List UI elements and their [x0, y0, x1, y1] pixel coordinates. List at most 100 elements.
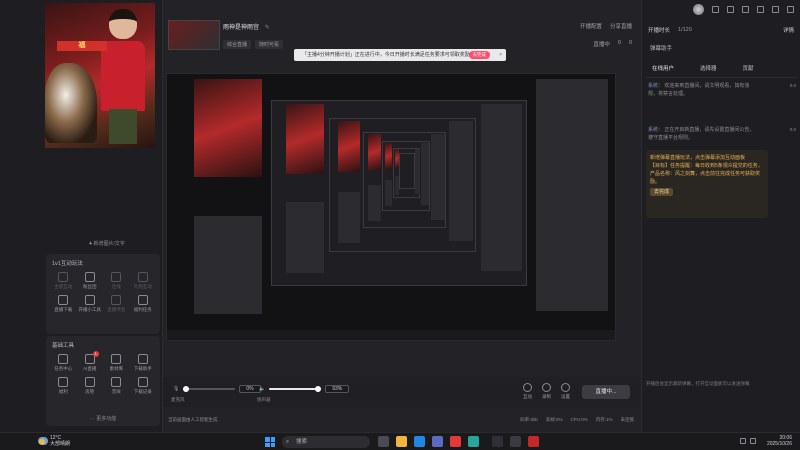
camera-person-figure	[101, 9, 145, 144]
tool-label: 连线	[111, 284, 121, 289]
avatar[interactable]	[693, 4, 704, 15]
network-icon[interactable]	[740, 438, 746, 444]
tab-online-users[interactable]: 在线用户	[652, 64, 674, 72]
camera-dog-figure	[45, 63, 97, 143]
tool-item[interactable]: 任务中心	[50, 354, 77, 372]
nested-camera-preview	[394, 149, 399, 169]
system-box-button[interactable]: 去完成	[650, 188, 674, 196]
live-companion-taskbar-icon[interactable]	[492, 436, 503, 447]
store-icon[interactable]	[432, 436, 443, 447]
file-explorer-icon[interactable]	[396, 436, 407, 447]
share-live-button[interactable]: 分享直播	[610, 22, 632, 30]
tool-label: 礼物互动	[133, 284, 152, 289]
mic-volume-value: 0%	[239, 385, 261, 393]
tool-label: 直播伴侣	[107, 307, 126, 312]
bottom-tool-button[interactable]: 互动	[523, 383, 532, 400]
tool-item[interactable]: 粉丝团	[77, 272, 104, 290]
close-icon[interactable]: ×	[499, 49, 502, 61]
tool-item[interactable]: 1 AI直播	[77, 351, 104, 372]
clock[interactable]: 20:06 2025/10/26	[767, 435, 792, 447]
tool-item[interactable]: 音效	[103, 377, 130, 395]
tool-item[interactable]: 直播伴侣	[103, 295, 130, 313]
speaker-volume-value: 93%	[325, 385, 350, 393]
windows-start-icon[interactable]	[265, 437, 275, 447]
edge-icon[interactable]	[414, 436, 425, 447]
tool-label: 粉丝团	[83, 284, 97, 289]
nested-chat-panel	[480, 103, 522, 271]
nested-chat-panel	[415, 149, 420, 195]
image-icon	[111, 354, 122, 364]
headset-icon[interactable]	[727, 6, 734, 13]
stream-preview[interactable]	[166, 73, 616, 341]
maximize-icon[interactable]	[772, 6, 779, 13]
bottom-tool-button[interactable]: 设置	[561, 383, 570, 400]
mic-label: 麦克风	[171, 397, 185, 402]
mic-volume-slider[interactable]	[183, 386, 236, 392]
sound-icon	[111, 377, 122, 387]
chat-sender: 系统	[648, 127, 659, 133]
tool-item[interactable]: 福利	[50, 377, 77, 395]
tool-item[interactable]: 素材库	[103, 354, 130, 372]
add-scene-button[interactable]: + 新增图片/文字	[52, 240, 162, 250]
bottom-tool-button[interactable]: 录制	[542, 383, 551, 400]
live-duration-detail-button[interactable]: 详情	[783, 26, 794, 34]
system-tray	[740, 438, 756, 444]
shield-icon	[84, 377, 95, 387]
weather-icon[interactable]	[38, 437, 48, 445]
live-config-button[interactable]: 开播配置	[580, 22, 602, 30]
tool-item[interactable]: 开播小工具	[77, 295, 104, 313]
task-view-icon[interactable]	[378, 436, 389, 447]
status-metrics: 码率:0kb 丢帧:0% CPU:0% 内存:1% 未连接	[520, 417, 634, 423]
center-panel: 雨神是神雨宫 ✎ 综合直播 随时可看 开播配置 分享直播 直播中 0 0 「主播…	[163, 0, 640, 432]
live-status-button[interactable]: 直播中...	[582, 385, 630, 399]
tool-item[interactable]: 房管	[77, 377, 104, 395]
message-icon[interactable]	[712, 6, 719, 13]
basic-tools-title: 基础工具	[52, 343, 75, 349]
volume-icon[interactable]	[750, 438, 756, 444]
tool-item[interactable]: 福利任务	[130, 295, 157, 313]
settings-icon[interactable]	[742, 6, 749, 13]
speaker-volume-slider[interactable]	[269, 386, 322, 392]
search-icon: ⌕	[286, 439, 290, 445]
viewer-count: 0	[617, 40, 621, 46]
tool-item[interactable]: 连线	[103, 272, 130, 290]
app-icon[interactable]	[468, 436, 479, 447]
edit-icon[interactable]: ✎	[265, 25, 270, 31]
tool-item[interactable]: 礼物互动	[130, 272, 157, 290]
app-icon[interactable]	[528, 436, 539, 447]
nested-chat-panel	[431, 133, 445, 221]
nested-camera-preview	[385, 142, 393, 170]
chat-message: 系统： 欢迎来到直播间，请文明观看，如有违规，将禁言处理。	[648, 83, 750, 97]
close-window-icon[interactable]	[787, 6, 794, 13]
record-icon	[137, 377, 148, 387]
tab-contribution[interactable]: 贡献	[743, 64, 754, 72]
live-duration-tab[interactable]: 开播时长	[648, 26, 670, 34]
tool-item[interactable]: 直播下载	[50, 295, 77, 313]
side-stat: 0.0	[789, 83, 796, 88]
minimize-icon[interactable]	[757, 6, 764, 13]
room-tag[interactable]: 综合直播	[223, 40, 252, 49]
notice-action-button[interactable]: 去完成	[468, 51, 490, 59]
record-icon	[111, 295, 122, 305]
tool-item[interactable]: 下载助手	[130, 354, 157, 372]
tool-item[interactable]: 主题互动	[50, 272, 77, 290]
room-title[interactable]: 雨神是神雨宫 ✎	[223, 22, 270, 31]
tab-selector[interactable]: 选择器	[700, 64, 717, 72]
tool-item[interactable]: 下载记录	[130, 377, 157, 395]
system-task-box: 新增弹幕直播玩法，点击弹幕添加互动面板 【目标】任务提醒：每日收到5条观众提交的…	[646, 150, 768, 218]
app-icon[interactable]	[510, 436, 521, 447]
room-tag[interactable]: 随时可看	[255, 40, 284, 49]
camera-preview[interactable]: 福	[45, 3, 155, 148]
room-cover-thumbnail[interactable]	[168, 20, 220, 50]
more-functions-button[interactable]: ··· 更多功能	[46, 415, 160, 422]
mic-icon[interactable]: 🎙	[173, 386, 179, 392]
nested-chat-panel	[421, 142, 429, 206]
tool-label: 房管	[85, 389, 95, 394]
speaker-icon[interactable]: 🔈	[259, 386, 265, 392]
weather-widget[interactable]: 12°C 大部晴朗	[50, 435, 70, 447]
taskbar-search[interactable]: ⌕ 搜索	[282, 436, 370, 448]
browser-icon[interactable]	[450, 436, 461, 447]
mic-icon	[58, 272, 69, 282]
ai-icon: 1	[84, 351, 99, 364]
side-stat: 0.0	[789, 127, 796, 132]
